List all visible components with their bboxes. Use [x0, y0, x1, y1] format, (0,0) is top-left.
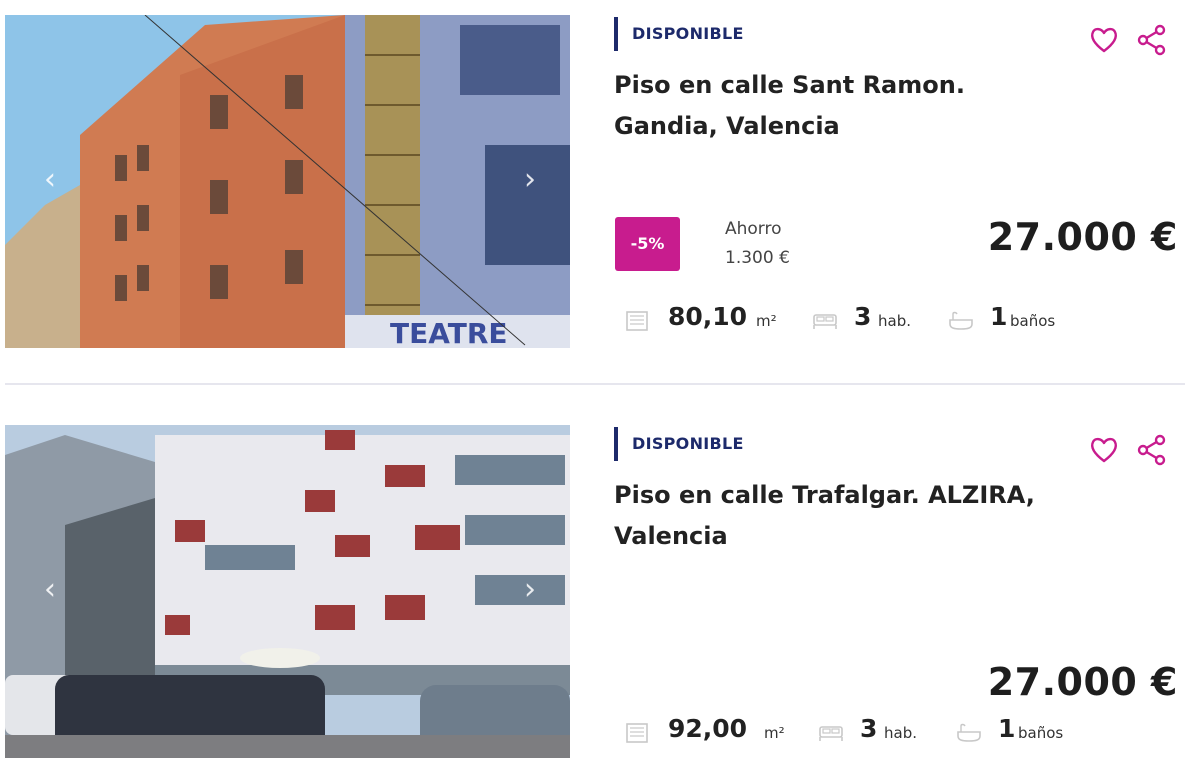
- baths-unit: baños: [1010, 312, 1056, 330]
- saving-value: 1.300 €: [725, 248, 790, 268]
- chevron-left-icon[interactable]: ‹: [35, 165, 65, 195]
- area-unit: m²: [756, 312, 777, 330]
- saving-label: Ahorro: [725, 219, 782, 239]
- baths-value: 1: [990, 302, 1008, 331]
- listing-title[interactable]: Piso en calle Trafalgar. ALZIRA, Valenci…: [614, 475, 1084, 557]
- listing-photo[interactable]: ‹ ›: [5, 425, 570, 758]
- divider: [5, 383, 1185, 385]
- rooms-unit: hab.: [884, 724, 917, 742]
- area-value: 92,00: [668, 714, 748, 743]
- listing-actions: [1086, 22, 1176, 58]
- share-icon[interactable]: [1134, 22, 1170, 58]
- rooms-unit: hab.: [878, 312, 911, 330]
- listing-title[interactable]: Piso en calle Sant Ramon. Gandia, Valenc…: [614, 65, 1064, 147]
- area-value: 80,10: [668, 302, 748, 331]
- listing-actions: [1086, 432, 1176, 468]
- listing-price: 27.000 €: [987, 215, 1178, 259]
- rooms-value: 3: [854, 302, 872, 331]
- discount-badge: -5%: [615, 217, 680, 271]
- chevron-right-icon[interactable]: ›: [515, 165, 545, 195]
- status-badge: DISPONIBLE: [614, 427, 744, 461]
- area-icon: [626, 723, 648, 743]
- listing-photo[interactable]: TEATRE ‹ ›: [5, 15, 570, 348]
- area-unit: m²: [764, 724, 785, 742]
- share-icon[interactable]: [1134, 432, 1170, 468]
- status-badge: DISPONIBLE: [614, 17, 744, 51]
- heart-icon[interactable]: [1086, 22, 1122, 58]
- chevron-left-icon[interactable]: ‹: [35, 575, 65, 605]
- listing-price: 27.000 €: [987, 660, 1178, 704]
- bath-icon: [957, 723, 981, 742]
- bath-icon: [949, 311, 973, 330]
- bed-icon: [819, 726, 843, 741]
- baths-value: 1: [998, 714, 1016, 743]
- chevron-right-icon[interactable]: ›: [515, 575, 545, 605]
- area-icon: [626, 311, 648, 331]
- heart-icon[interactable]: [1086, 432, 1122, 468]
- bed-icon: [813, 314, 837, 329]
- listing-card[interactable]: TEATRE ‹ › DISPONIBLE Piso en calle Sant…: [0, 10, 1200, 355]
- rooms-value: 3: [860, 714, 878, 743]
- listing-card[interactable]: ‹ › DISPONIBLE Piso en calle Trafalgar. …: [0, 420, 1200, 765]
- photo-sign-text: TEATRE: [390, 317, 508, 348]
- baths-unit: baños: [1018, 724, 1064, 742]
